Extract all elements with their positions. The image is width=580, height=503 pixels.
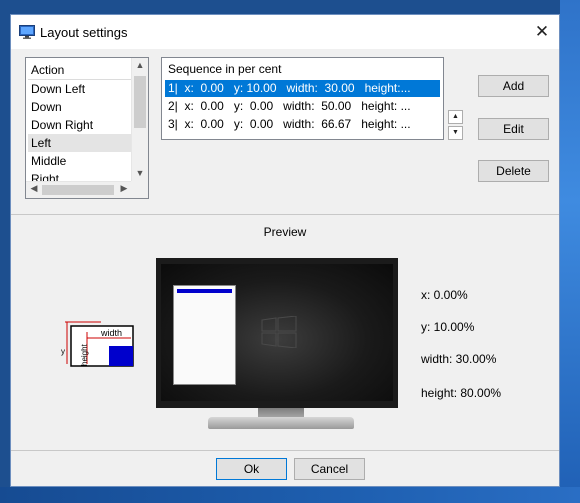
action-item-down[interactable]: Down bbox=[28, 98, 131, 116]
preview-label: Preview bbox=[263, 225, 307, 239]
scroll-right-icon[interactable]: ▶ bbox=[116, 183, 132, 194]
scroll-thumb[interactable] bbox=[134, 76, 146, 128]
diagram-y-label: y bbox=[61, 347, 65, 356]
close-icon: ✕ bbox=[534, 22, 550, 41]
sequence-list[interactable]: Sequence in per cent 1| x: 0.00 y: 10.00… bbox=[161, 57, 444, 140]
scroll-up-icon[interactable]: ▲ bbox=[132, 60, 148, 70]
desktop-background-bottom bbox=[0, 487, 580, 503]
sequence-row[interactable]: 2| x: 0.00 y: 0.00 width: 50.00 height: … bbox=[165, 98, 440, 115]
action-item-down-right[interactable]: Down Right bbox=[28, 116, 131, 134]
action-list-vertical-scrollbar[interactable]: ▲ ▼ bbox=[131, 58, 148, 182]
move-up-button[interactable]: ▲ bbox=[448, 110, 463, 124]
sequence-list-header: Sequence in per cent bbox=[168, 62, 282, 76]
layout-settings-dialog: Layout settings ✕ Action Down Left Down … bbox=[10, 14, 560, 487]
close-button[interactable]: ✕ bbox=[525, 15, 559, 49]
action-list-header: Action bbox=[28, 61, 131, 80]
move-down-button[interactable]: ▼ bbox=[448, 126, 463, 140]
monitor-preview bbox=[156, 258, 398, 408]
horizontal-scroll-thumb[interactable] bbox=[42, 185, 114, 195]
scroll-down-icon[interactable]: ▼ bbox=[132, 168, 148, 178]
desktop-background bbox=[560, 0, 580, 503]
cancel-button[interactable]: Cancel bbox=[294, 458, 365, 480]
separator bbox=[11, 214, 559, 215]
add-button[interactable]: Add bbox=[478, 75, 549, 97]
footer-separator bbox=[11, 450, 559, 451]
info-y: y: 10.00% bbox=[421, 320, 475, 334]
action-item-middle[interactable]: Middle bbox=[28, 152, 131, 170]
action-item-down-left[interactable]: Down Left bbox=[28, 80, 131, 98]
scrollbar-corner bbox=[131, 181, 148, 198]
monitor-icon bbox=[19, 25, 35, 39]
ok-button[interactable]: Ok bbox=[216, 458, 287, 480]
windows-logo-icon bbox=[261, 316, 297, 348]
delete-button[interactable]: Delete bbox=[478, 160, 549, 182]
info-width: width: 30.00% bbox=[421, 352, 497, 366]
monitor-stand-base bbox=[208, 417, 354, 429]
action-list[interactable]: Action Down Left Down Down Right Left Mi… bbox=[25, 57, 149, 199]
edit-button[interactable]: Edit bbox=[478, 118, 549, 140]
diagram-height-label: height bbox=[80, 343, 89, 366]
title-bar: Layout settings ✕ bbox=[11, 15, 559, 49]
layout-preview-titlebar bbox=[177, 289, 232, 293]
scroll-left-icon[interactable]: ◀ bbox=[26, 183, 42, 194]
layout-preview-window bbox=[173, 285, 236, 385]
diagram-x-label: x bbox=[103, 320, 107, 322]
info-height: height: 80.00% bbox=[421, 386, 502, 400]
diagram-width-label: width bbox=[100, 328, 122, 338]
arrow-down-icon: ▼ bbox=[452, 129, 459, 136]
action-list-horizontal-scrollbar[interactable]: ◀ ▶ bbox=[26, 181, 132, 198]
arrow-up-icon: ▲ bbox=[452, 113, 459, 120]
window-title: Layout settings bbox=[40, 25, 128, 40]
monitor-screen bbox=[161, 264, 393, 401]
sequence-row[interactable]: 3| x: 0.00 y: 0.00 width: 66.67 height: … bbox=[165, 116, 440, 133]
info-x: x: 0.00% bbox=[421, 288, 468, 302]
sequence-row[interactable]: 1| x: 0.00 y: 10.00 width: 30.00 height:… bbox=[165, 80, 440, 97]
layout-diagram: x y width height bbox=[61, 320, 134, 367]
action-item-left[interactable]: Left bbox=[28, 134, 131, 152]
